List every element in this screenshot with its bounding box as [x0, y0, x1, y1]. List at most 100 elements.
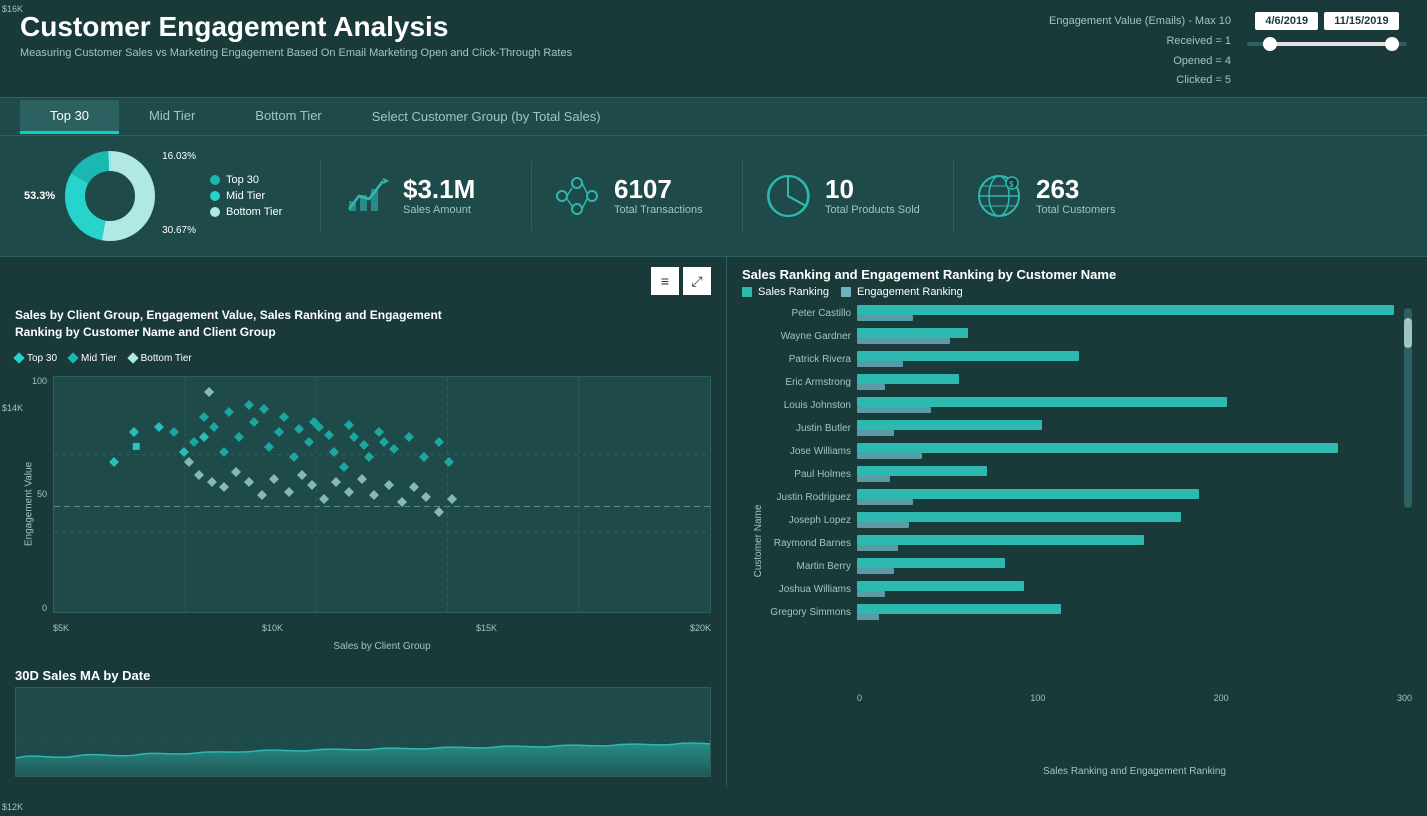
- bar-engagement: [857, 614, 879, 620]
- donut-label-bottom: 30.67%: [162, 225, 196, 236]
- bar-engagement: [857, 315, 913, 321]
- engagement-info: Engagement Value (Emails) - Max 10 Recei…: [1049, 12, 1231, 91]
- date-start[interactable]: 4/6/2019: [1255, 12, 1318, 30]
- area-y-labels: $16K $14K $12K: [0, 0, 36, 816]
- area-svg: [16, 688, 710, 776]
- header: Customer Engagement Analysis Measuring C…: [0, 0, 1427, 97]
- bar-y-label: Customer Name: [753, 504, 764, 577]
- bar-engagement: [857, 407, 931, 413]
- tab-bottomtier[interactable]: Bottom Tier: [225, 100, 351, 134]
- bar-track: [857, 603, 1412, 621]
- slider-thumb-right[interactable]: [1385, 37, 1399, 51]
- donut-chart: 53.3% 16.03% 30.67%: [60, 146, 160, 246]
- bar-sales: [857, 397, 1227, 407]
- bar-track: [857, 465, 1412, 483]
- bar-engagement: [857, 591, 885, 597]
- bar-engagement: [857, 338, 950, 344]
- bar-engagement: [857, 430, 894, 436]
- date-end[interactable]: 11/15/2019: [1324, 12, 1398, 30]
- date-slider[interactable]: [1247, 42, 1407, 46]
- area-chart-section: 30D Sales MA by Date $16K $14K $12K: [15, 668, 711, 777]
- table-view-button[interactable]: ≡: [651, 267, 679, 295]
- bar-chart-body: Customer Name Peter CastilloWayne Gardne…: [742, 304, 1412, 777]
- kpi-sales-text: $3.1M Sales Amount: [403, 176, 475, 216]
- customer-group-select[interactable]: Select Customer Group (by Total Sales): [372, 109, 601, 124]
- bar-row: Patrick Rivera: [742, 350, 1412, 368]
- left-panel: ≡ ⤢ Sales by Client Group, Engagement Va…: [0, 257, 727, 787]
- bar-customer-name: Justin Butler: [742, 423, 857, 434]
- scrollbar-thumb[interactable]: [1404, 318, 1412, 348]
- bar-track: [857, 373, 1412, 391]
- slider-thumb-left[interactable]: [1263, 37, 1277, 51]
- received-label: Received = 1: [1049, 32, 1231, 52]
- bar-customer-name: Eric Armstrong: [742, 377, 857, 388]
- kpi-customers-text: 263 Total Customers: [1036, 176, 1115, 216]
- bar-engagement: [857, 476, 890, 482]
- area-chart-container: $16K $14K $12K: [15, 687, 711, 777]
- bar-track: [857, 327, 1412, 345]
- kpi-divider-1: [320, 161, 321, 231]
- bar-row: Gregory Simmons: [742, 603, 1412, 621]
- area-chart-canvas: [15, 687, 711, 777]
- kpi-transactions-text: 6107 Total Transactions: [614, 176, 703, 216]
- kpi-divider-3: [742, 161, 743, 231]
- bar-customer-name: Patrick Rivera: [742, 354, 857, 365]
- date-range: 4/6/2019 11/15/2019: [1247, 12, 1407, 46]
- slider-fill: [1263, 42, 1399, 46]
- bar-customer-name: Gregory Simmons: [742, 607, 857, 618]
- kpi-customers-label: Total Customers: [1036, 204, 1115, 216]
- expand-button[interactable]: ⤢: [683, 267, 711, 295]
- area-chart-title: 30D Sales MA by Date: [15, 668, 711, 683]
- bar-chart-legend: Sales Ranking Engagement Ranking: [742, 286, 1412, 298]
- bar-row: Louis Johnston: [742, 396, 1412, 414]
- nav-tabs: Top 30 Mid Tier Bottom Tier Select Custo…: [0, 97, 1427, 135]
- scatter-legend: Top 30 Mid Tier Bottom Tier: [15, 353, 711, 364]
- tab-midtier[interactable]: Mid Tier: [119, 100, 225, 134]
- bar-sales: [857, 420, 1042, 430]
- header-right: Engagement Value (Emails) - Max 10 Recei…: [1049, 12, 1407, 91]
- network-icon: [552, 171, 602, 221]
- kpi-divider-4: [953, 161, 954, 231]
- legend-square-sales: [742, 287, 752, 297]
- bar-row: Joshua Williams: [742, 580, 1412, 598]
- kpi-row: 53.3% 16.03% 30.67% Top 30 Mid Tier: [0, 135, 1427, 257]
- bar-sales: [857, 443, 1338, 453]
- legend-diamond-bottomtier: [127, 353, 138, 364]
- date-row: 4/6/2019 11/15/2019: [1255, 12, 1398, 30]
- bar-row: Joseph Lopez: [742, 511, 1412, 529]
- legend-dot-midtier: [210, 191, 220, 201]
- scatter-canvas: [53, 376, 711, 613]
- scrollbar[interactable]: [1404, 308, 1412, 508]
- chart-icon: [341, 171, 391, 221]
- globe-icon: $: [974, 171, 1024, 221]
- donut-svg: [60, 146, 160, 246]
- bar-sales: [857, 604, 1061, 614]
- bar-row: Peter Castillo: [742, 304, 1412, 322]
- kpi-products-label: Total Products Sold: [825, 204, 920, 216]
- legend-sales-ranking: Sales Ranking: [742, 286, 829, 298]
- bar-engagement: [857, 545, 898, 551]
- scatter-points: [133, 443, 140, 450]
- opened-label: Opened = 4: [1049, 52, 1231, 72]
- bar-customer-name: Peter Castillo: [742, 308, 857, 319]
- bar-row: Paul Holmes: [742, 465, 1412, 483]
- bar-sales: [857, 374, 959, 384]
- bar-customer-name: Jose Williams: [742, 446, 857, 457]
- kpi-divider-2: [531, 161, 532, 231]
- legend-top30: Top 30: [210, 174, 282, 186]
- bar-sales: [857, 558, 1005, 568]
- kpi-products: 10 Total Products Sold: [763, 171, 933, 221]
- legend-bottomtier: Bottom Tier: [210, 206, 282, 218]
- bar-track: [857, 580, 1412, 598]
- donut-section: 53.3% 16.03% 30.67% Top 30 Mid Tier: [20, 146, 300, 246]
- page-title: Customer Engagement Analysis: [20, 12, 572, 43]
- main-content: ≡ ⤢ Sales by Client Group, Engagement Va…: [0, 257, 1427, 787]
- bar-sales: [857, 581, 1024, 591]
- bar-x-ticks: 0 100 200 300: [742, 693, 1412, 703]
- slider-track[interactable]: [1247, 42, 1407, 46]
- kpi-products-text: 10 Total Products Sold: [825, 176, 920, 216]
- bar-track: [857, 488, 1412, 506]
- bar-track: [857, 350, 1412, 368]
- kpi-sales-label: Sales Amount: [403, 204, 475, 216]
- bar-row: Eric Armstrong: [742, 373, 1412, 391]
